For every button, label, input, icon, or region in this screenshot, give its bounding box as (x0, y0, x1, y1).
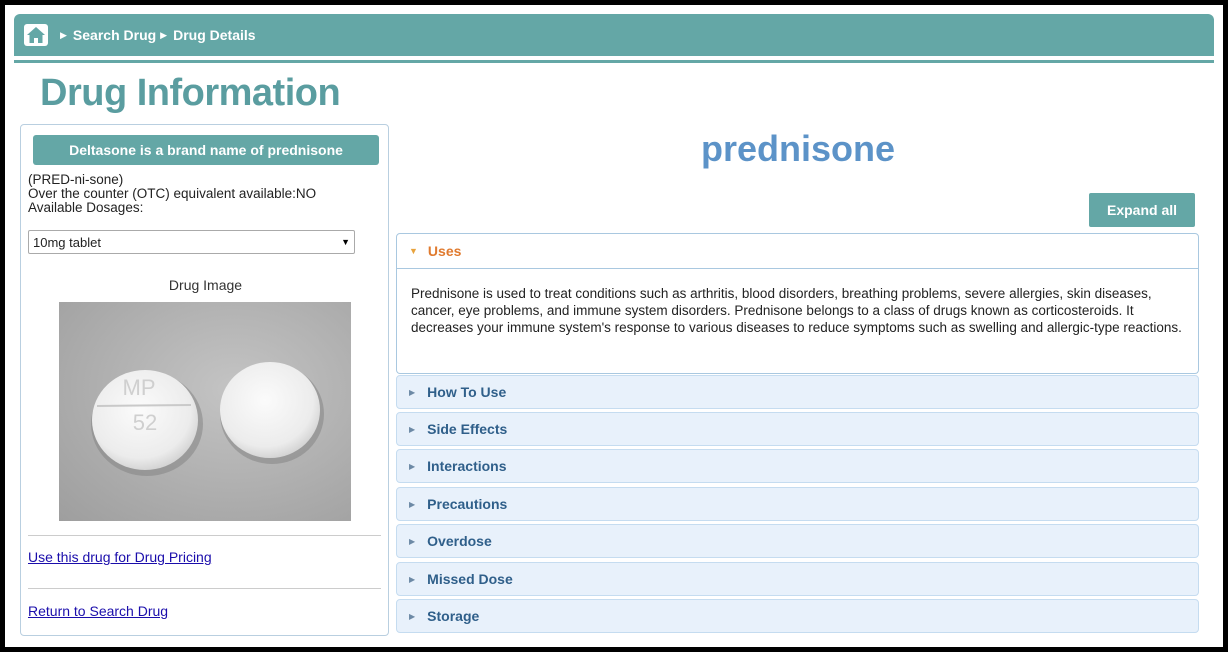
accordion-title: Side Effects (427, 421, 508, 437)
dosage-select[interactable]: 10mg tablet ▼ (28, 230, 355, 254)
accordion-header-interactions[interactable]: ▶ Interactions (396, 449, 1199, 483)
accordion-title: Storage (427, 608, 480, 624)
drug-image-caption: Drug Image (168, 277, 243, 293)
expand-all-button[interactable]: Expand all (1089, 193, 1195, 227)
dosage-select-value: 10mg tablet (33, 234, 101, 250)
drug-pricing-link[interactable]: Use this drug for Drug Pricing (28, 549, 212, 565)
accordion-header-missed-dose[interactable]: ▶ Missed Dose (396, 562, 1199, 596)
pill-imprint-top: MP (123, 375, 156, 400)
accordion-header-storage[interactable]: ▶ Storage (396, 599, 1199, 633)
drug-image: MP 52 (59, 302, 351, 521)
accordion-title: Missed Dose (427, 571, 513, 587)
caret-right-icon: ▶ (409, 536, 416, 546)
caret-down-icon: ▼ (409, 246, 418, 256)
page-title: Drug Information (40, 72, 341, 114)
pill-imprint-bottom: 52 (133, 410, 157, 435)
otc-availability: Over the counter (OTC) equivalent availa… (28, 186, 317, 201)
caret-right-icon: ▶ (409, 499, 416, 509)
accordion-title: Overdose (427, 533, 492, 549)
caret-right-icon: ▶ (409, 461, 416, 471)
pronunciation: (PRED-ni-sone) (28, 172, 124, 187)
caret-right-icon: ▶ (409, 424, 416, 434)
breadcrumb-divider (14, 60, 1214, 63)
chevron-right-icon: ▶ (60, 29, 67, 40)
caret-right-icon: ▶ (409, 387, 416, 397)
accordion-title: Uses (427, 243, 462, 259)
brand-name-banner: Deltasone is a brand name of prednisone (33, 135, 379, 165)
caret-right-icon: ▶ (409, 611, 416, 621)
breadcrumb: ▶ Search Drug ▶ Drug Details (14, 14, 1214, 56)
accordion-header-precautions[interactable]: ▶ Precautions (396, 487, 1199, 521)
accordion-title: How To Use (427, 384, 507, 400)
accordion-header-side-effects[interactable]: ▶ Side Effects (396, 412, 1199, 446)
accordion-header-how-to-use[interactable]: ▶ How To Use (396, 375, 1199, 409)
home-icon[interactable] (24, 24, 48, 46)
accordion-title: Precautions (427, 496, 508, 512)
breadcrumb-search-drug[interactable]: Search Drug (73, 27, 156, 43)
accordion-title: Interactions (427, 458, 507, 474)
accordion-body-uses: Prednisone is used to treat conditions s… (396, 269, 1199, 374)
divider (28, 535, 381, 536)
breadcrumb-drug-details[interactable]: Drug Details (173, 27, 255, 43)
drug-info-lines: (PRED-ni-sone) Over the counter (OTC) eq… (28, 173, 316, 215)
return-to-search-link[interactable]: Return to Search Drug (28, 603, 168, 619)
divider (28, 588, 381, 589)
caret-right-icon: ▶ (409, 574, 416, 584)
accordion-header-overdose[interactable]: ▶ Overdose (396, 524, 1199, 558)
drug-name-heading: prednisone (700, 128, 896, 169)
drug-summary-panel: Deltasone is a brand name of prednisone … (20, 124, 389, 636)
accordion-header-uses[interactable]: ▼ Uses (396, 233, 1199, 269)
dropdown-arrow-icon: ▼ (341, 237, 350, 247)
chevron-right-icon: ▶ (160, 29, 168, 40)
dosages-label: Available Dosages: (28, 200, 144, 215)
